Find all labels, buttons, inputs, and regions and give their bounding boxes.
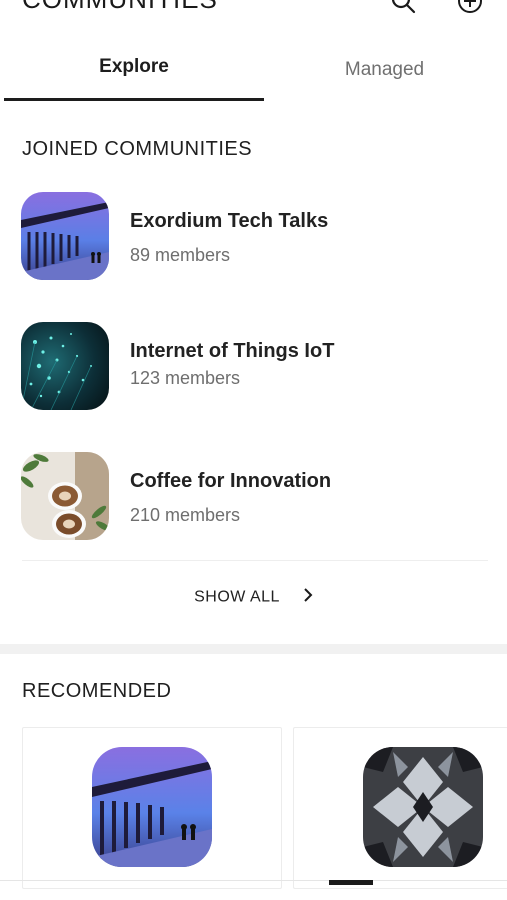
- add-icon[interactable]: [457, 0, 483, 14]
- show-all-label: SHOW ALL: [194, 588, 280, 606]
- recommended-card[interactable]: [293, 727, 507, 889]
- bottom-divider: [0, 880, 507, 881]
- section-separator: [0, 644, 507, 654]
- community-item-exordium[interactable]: Exordium Tech Talks 89 members: [0, 190, 507, 290]
- carousel-indicator: [329, 880, 373, 885]
- community-item-coffee[interactable]: Coffee for Innovation 210 members: [0, 450, 507, 550]
- fiber-optic-image: [21, 322, 109, 410]
- recommended-heading: RECOMENDED: [22, 680, 172, 702]
- tunnel-image: [21, 192, 109, 280]
- community-members: 89 members: [130, 245, 231, 265]
- divider: [22, 560, 488, 561]
- show-all-button[interactable]: SHOW ALL: [0, 588, 507, 618]
- community-members: 210 members: [130, 505, 241, 525]
- chevron-right-icon: [303, 588, 313, 607]
- tab-explore[interactable]: Explore: [4, 56, 264, 84]
- community-name: Internet of Things IoT: [130, 340, 335, 362]
- community-name: Coffee for Innovation: [130, 470, 332, 492]
- active-tab-indicator: [4, 98, 264, 101]
- tab-managed[interactable]: Managed: [262, 59, 507, 87]
- joined-communities-heading: JOINED COMMUNITIES: [22, 138, 253, 160]
- page-title: COMMUNITIES: [22, 0, 218, 15]
- search-icon[interactable]: [390, 0, 416, 14]
- community-members: 123 members: [130, 368, 241, 388]
- coffee-image: [21, 452, 109, 540]
- community-item-iot[interactable]: Internet of Things IoT 123 members: [0, 320, 507, 420]
- kaleidoscope-image: [363, 747, 483, 867]
- recommended-card[interactable]: [22, 727, 282, 889]
- tunnel-image: [92, 747, 212, 867]
- community-name: Exordium Tech Talks: [130, 210, 329, 232]
